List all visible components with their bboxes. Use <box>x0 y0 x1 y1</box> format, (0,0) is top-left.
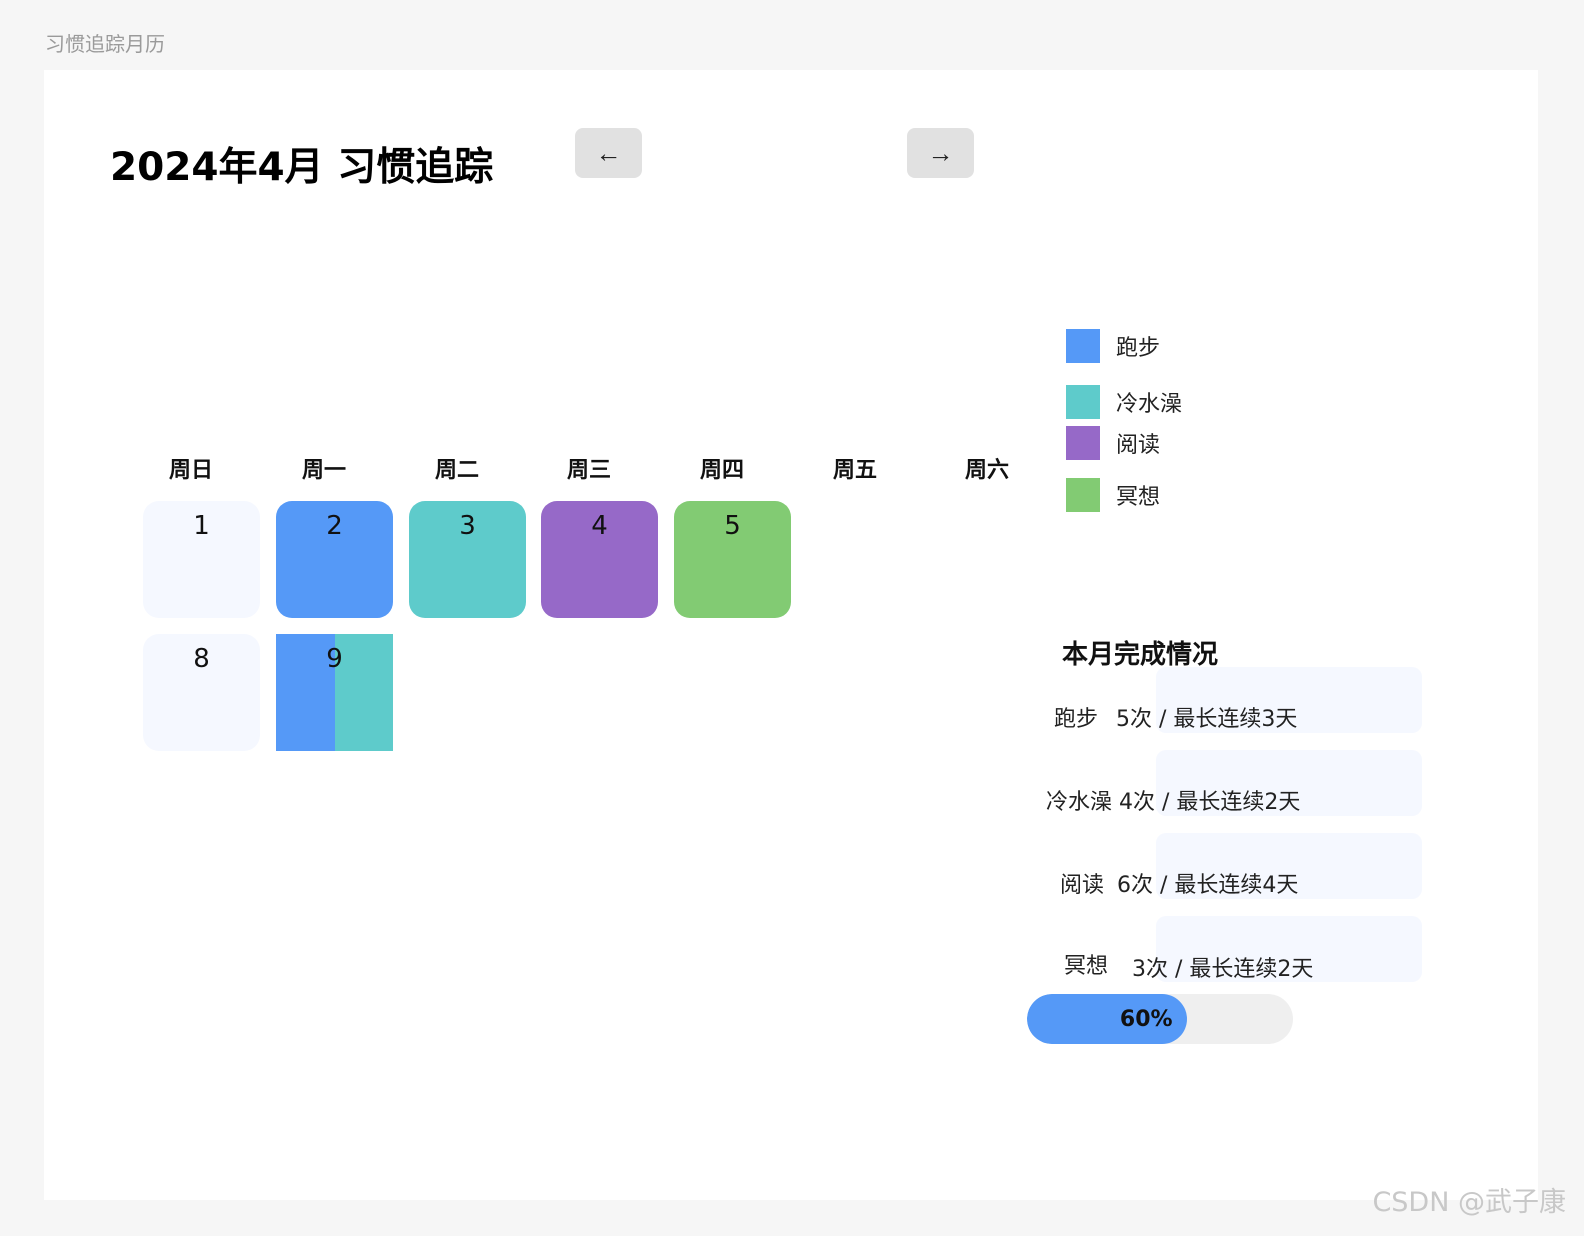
legend-label: 冷水澡 <box>1116 392 1183 417</box>
stat-text-cold-shower: 4次 / 最长连续2天 <box>1119 790 1301 815</box>
window-title: 习惯追踪月历 <box>45 32 165 56</box>
day-number: 3 <box>459 511 476 541</box>
weekday-mon: 周一 <box>301 458 346 483</box>
calendar-day-8[interactable]: 8 <box>143 634 260 751</box>
legend-label: 阅读 <box>1116 433 1161 458</box>
legend-label: 跑步 <box>1116 336 1161 361</box>
day-number: 4 <box>591 511 608 541</box>
prev-month-button[interactable]: ← <box>575 128 642 178</box>
weekday-sat: 周六 <box>964 458 1009 483</box>
progress-bar: 60% <box>1027 994 1293 1044</box>
summary-title: 本月完成情况 <box>1062 640 1219 670</box>
main-panel <box>44 70 1538 1200</box>
arrow-right-icon: → <box>927 137 954 168</box>
stat-name-cold-shower: 冷水澡 <box>1046 790 1113 815</box>
calendar-day-4[interactable]: 4 <box>541 501 658 618</box>
legend-item-running: 跑步 <box>1066 329 1160 363</box>
day-number: 9 <box>326 644 343 674</box>
weekday-tue: 周二 <box>434 458 479 483</box>
legend-item-cold-shower: 冷水澡 <box>1066 385 1182 419</box>
legend-item-meditation: 冥想 <box>1066 478 1160 512</box>
weekday-sun: 周日 <box>168 458 213 483</box>
day-number: 5 <box>724 511 741 541</box>
app-window: 习惯追踪月历 2024年4月 习惯追踪 ← → 周日 周一 周二 周三 周四 周… <box>0 0 1584 1236</box>
day-number: 8 <box>193 644 210 674</box>
watermark: CSDN @武子康 <box>1372 1187 1566 1218</box>
stat-text-meditation: 3次 / 最长连续2天 <box>1132 957 1314 982</box>
calendar-day-1[interactable]: 1 <box>143 501 260 618</box>
legend-label: 冥想 <box>1116 485 1161 510</box>
stat-name-meditation: 冥想 <box>1064 954 1109 979</box>
progress-label: 60% <box>1119 1006 1173 1032</box>
stat-text-running: 5次 / 最长连续3天 <box>1116 707 1298 732</box>
legend-swatch <box>1066 426 1100 460</box>
legend-swatch <box>1066 478 1100 512</box>
legend-item-reading: 阅读 <box>1066 426 1160 460</box>
stat-name-running: 跑步 <box>1054 707 1099 732</box>
weekday-thu: 周四 <box>699 458 744 483</box>
page-title: 2024年4月 习惯追踪 <box>110 145 494 190</box>
calendar-day-2[interactable]: 2 <box>276 501 393 618</box>
legend-swatch <box>1066 385 1100 419</box>
day-number: 1 <box>193 511 210 541</box>
calendar-day-3[interactable]: 3 <box>409 501 526 618</box>
legend-swatch <box>1066 329 1100 363</box>
stat-text-reading: 6次 / 最长连续4天 <box>1117 873 1299 898</box>
calendar-day-9[interactable]: 9 <box>276 634 393 751</box>
next-month-button[interactable]: → <box>907 128 974 178</box>
day-number: 2 <box>326 511 343 541</box>
calendar-day-5[interactable]: 5 <box>674 501 791 618</box>
weekday-wed: 周三 <box>566 458 611 483</box>
progress-fill: 60% <box>1027 994 1187 1044</box>
arrow-left-icon: ← <box>595 137 622 168</box>
stat-name-reading: 阅读 <box>1060 873 1105 898</box>
weekday-fri: 周五 <box>832 458 877 483</box>
